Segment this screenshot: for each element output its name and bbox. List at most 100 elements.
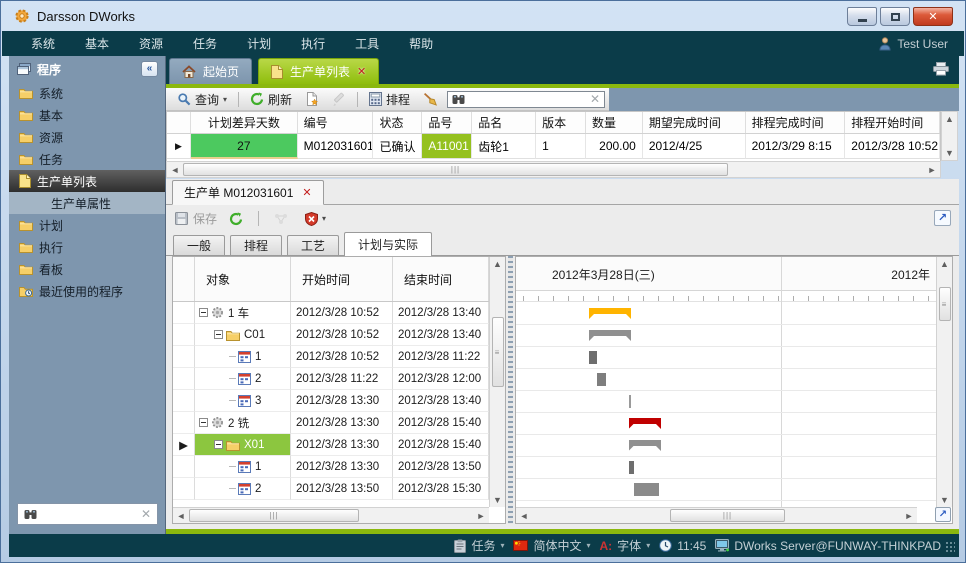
collapse-minus-icon[interactable] bbox=[199, 308, 208, 317]
grid-header-cell[interactable]: 排程开始时间 bbox=[845, 112, 940, 133]
tree-end-time-cell[interactable]: 2012/3/28 13:50 bbox=[393, 456, 489, 478]
grid-header-cell[interactable]: 编号 bbox=[298, 112, 374, 133]
menu-item[interactable]: 系统 bbox=[16, 35, 70, 52]
printer-icon[interactable] bbox=[933, 62, 949, 76]
scroll-up-icon[interactable] bbox=[940, 259, 949, 269]
tree-end-time-cell[interactable]: 2012/3/28 13:40 bbox=[393, 390, 489, 412]
scrollbar-thumb[interactable]: ||| bbox=[189, 509, 359, 522]
scroll-left-icon[interactable] bbox=[173, 511, 189, 521]
detail-tab[interactable]: 一般 bbox=[173, 235, 225, 255]
grid-header-cell[interactable]: 期望完成时间 bbox=[643, 112, 746, 133]
gantt-horizontal-scrollbar[interactable]: ||| bbox=[516, 507, 917, 523]
grid-vertical-scrollbar[interactable] bbox=[941, 111, 958, 161]
tree-start-time-cell[interactable]: 2012/3/28 11:22 bbox=[291, 368, 393, 390]
tree-horizontal-scrollbar[interactable]: ||| bbox=[173, 507, 489, 523]
toolbar-search-input[interactable] bbox=[470, 93, 585, 105]
doc-refresh-button[interactable] bbox=[224, 211, 248, 227]
menu-item[interactable]: 工具 bbox=[340, 35, 394, 52]
tree-object-cell[interactable]: 2 bbox=[195, 478, 291, 500]
status-task[interactable]: 任务 bbox=[454, 537, 504, 554]
grid-header-marker[interactable] bbox=[167, 112, 191, 133]
split-handle[interactable] bbox=[508, 256, 513, 524]
scroll-right-icon[interactable] bbox=[901, 511, 917, 521]
tree-end-time-cell[interactable]: 2012/3/28 15:40 bbox=[393, 434, 489, 456]
scroll-left-icon[interactable] bbox=[516, 511, 532, 521]
scroll-down-icon[interactable] bbox=[493, 495, 502, 505]
tree-object-cell[interactable]: 3 bbox=[195, 390, 291, 412]
sidebar-search[interactable] bbox=[17, 503, 158, 525]
tree-row[interactable]: C012012/3/28 10:522012/3/28 13:40 bbox=[173, 324, 505, 346]
tree-object-cell[interactable]: 1 bbox=[195, 346, 291, 368]
clean-button[interactable] bbox=[418, 91, 442, 107]
grid-cell[interactable]: M012031601 bbox=[298, 134, 374, 159]
tree-start-time-cell[interactable]: 2012/3/28 13:30 bbox=[291, 412, 393, 434]
gantt-task-bar[interactable] bbox=[597, 373, 607, 386]
menu-item[interactable]: 计划 bbox=[232, 35, 286, 52]
workflow-button[interactable] bbox=[269, 212, 293, 226]
resize-grip[interactable] bbox=[945, 541, 955, 553]
scrollbar-thumb[interactable]: ≡ bbox=[939, 287, 951, 321]
sidebar-item[interactable]: 生产单属性 bbox=[9, 192, 165, 214]
tree-row[interactable]: 2 铣2012/3/28 13:302012/3/28 15:40 bbox=[173, 412, 505, 434]
tree-object-cell[interactable]: C01 bbox=[195, 324, 291, 346]
tab-close-icon[interactable] bbox=[357, 65, 366, 78]
tree-row[interactable]: X012012/3/28 13:302012/3/28 15:40 bbox=[173, 434, 505, 456]
menu-item[interactable]: 任务 bbox=[178, 35, 232, 52]
save-button[interactable]: 保存 bbox=[175, 210, 217, 227]
doc-tab-production-order[interactable]: 生产单 M012031601 bbox=[172, 180, 324, 205]
grid-header-cell[interactable]: 数量 bbox=[586, 112, 643, 133]
grid-cell[interactable]: 1 bbox=[536, 134, 586, 159]
menu-item[interactable]: 帮助 bbox=[394, 35, 448, 52]
grid-header-cell[interactable]: 状态 bbox=[373, 112, 422, 133]
grid-cell[interactable]: 齿轮1 bbox=[472, 134, 536, 159]
grid-cell[interactable]: 已确认 bbox=[373, 134, 422, 159]
scroll-up-icon[interactable] bbox=[493, 259, 502, 269]
gantt-summary-bar[interactable] bbox=[589, 330, 631, 341]
tree-header-cell[interactable]: 对象 bbox=[195, 257, 291, 301]
tree-end-time-cell[interactable]: 2012/3/28 11:22 bbox=[393, 346, 489, 368]
tree-object-cell[interactable]: 2 铣 bbox=[195, 412, 291, 434]
tree-start-time-cell[interactable]: 2012/3/28 13:30 bbox=[291, 456, 393, 478]
tree-end-time-cell[interactable]: 2012/3/28 13:40 bbox=[393, 324, 489, 346]
doc-tab-close-icon[interactable] bbox=[302, 186, 311, 199]
maximize-button[interactable] bbox=[880, 7, 910, 26]
grid-cell[interactable]: 2012/3/29 8:15 bbox=[746, 134, 846, 159]
sidebar-item[interactable]: 系统 bbox=[9, 82, 165, 104]
scroll-up-icon[interactable] bbox=[945, 114, 954, 124]
status-server[interactable]: DWorks Server@FUNWAY-THINKPAD bbox=[715, 539, 941, 553]
menu-item[interactable]: 执行 bbox=[286, 35, 340, 52]
gantt-summary-bar[interactable] bbox=[629, 418, 662, 429]
gantt-task-bar[interactable] bbox=[629, 395, 632, 408]
validate-button[interactable] bbox=[300, 211, 331, 227]
tree-start-time-cell[interactable]: 2012/3/28 13:30 bbox=[291, 434, 393, 456]
edit-button[interactable] bbox=[327, 91, 351, 107]
clear-search-icon[interactable] bbox=[141, 507, 151, 521]
scroll-down-icon[interactable] bbox=[945, 148, 954, 158]
grid-cell[interactable]: 2012/3/28 10:52 bbox=[845, 134, 940, 159]
close-button[interactable] bbox=[913, 7, 953, 26]
scrollbar-thumb[interactable]: ||| bbox=[183, 163, 728, 176]
gantt-task-bar[interactable] bbox=[634, 483, 659, 496]
detail-tab[interactable]: 计划与实际 bbox=[344, 232, 432, 256]
tree-row[interactable]: 12012/3/28 13:302012/3/28 13:50 bbox=[173, 456, 505, 478]
tab-home[interactable]: 起始页 bbox=[169, 58, 252, 84]
tree-vertical-scrollbar[interactable]: ≡ bbox=[489, 257, 505, 507]
tab-production-order-list[interactable]: 生产单列表 bbox=[258, 58, 379, 84]
gantt-vertical-scrollbar[interactable]: ≡ bbox=[936, 257, 952, 507]
sidebar-search-input[interactable] bbox=[43, 508, 135, 520]
grid-header-cell[interactable]: 版本 bbox=[536, 112, 586, 133]
gantt-task-bar[interactable] bbox=[589, 351, 597, 364]
tree-object-cell[interactable]: 1 车 bbox=[195, 302, 291, 324]
grid-cell[interactable]: 2012/4/25 bbox=[643, 134, 746, 159]
tree-header-cell[interactable]: 结束时间 bbox=[393, 257, 489, 301]
minimize-button[interactable] bbox=[847, 7, 877, 26]
gantt-expand-icon[interactable] bbox=[935, 507, 951, 522]
scroll-right-icon[interactable] bbox=[473, 511, 489, 521]
collapse-minus-icon[interactable] bbox=[214, 330, 223, 339]
detail-tab[interactable]: 排程 bbox=[230, 235, 282, 255]
menu-item[interactable]: 基本 bbox=[70, 35, 124, 52]
tree-end-time-cell[interactable]: 2012/3/28 12:00 bbox=[393, 368, 489, 390]
sidebar-item[interactable]: 执行 bbox=[9, 236, 165, 258]
tree-object-cell[interactable]: 1 bbox=[195, 456, 291, 478]
tree-start-time-cell[interactable]: 2012/3/28 13:30 bbox=[291, 390, 393, 412]
